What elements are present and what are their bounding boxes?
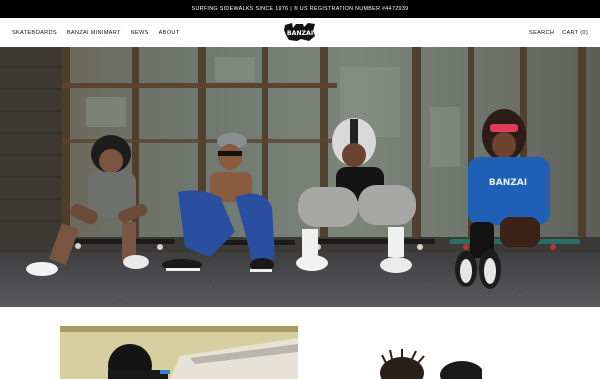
banzai-logo[interactable]: BANZAI [283,22,317,42]
search-link[interactable]: SEARCH [529,30,554,36]
hero-image: BANZAI [0,47,600,307]
shirt-print-text: BANZAI [489,178,527,188]
announcement-bar: SURFING SIDEWALKS SINCE 1976 | ® US REGI… [0,0,600,18]
tile-photo-right [372,345,482,379]
hero-photo-skaters: BANZAI [0,47,600,307]
announcement-text: SURFING SIDEWALKS SINCE 1976 | ® US REGI… [191,6,409,12]
nav-link-about[interactable]: ABOUT [159,30,180,36]
collection-tiles [0,307,600,379]
main-nav: SKATEBOARDS BANZAI MINIMART NEWS ABOUT [12,18,179,47]
nav-link-news[interactable]: NEWS [131,30,149,36]
collection-tile-left[interactable] [60,326,298,379]
header-actions: SEARCH CART (0) [529,18,588,47]
nav-link-banzai-minimart[interactable]: BANZAI MINIMART [67,30,121,36]
cart-link[interactable]: CART (0) [562,30,588,36]
banzai-logo-mark: BANZAI [284,23,315,41]
site-header: SKATEBOARDS BANZAI MINIMART NEWS ABOUT B… [0,18,600,47]
tile-photo-left [60,326,298,379]
collection-tile-right[interactable] [372,345,482,379]
nav-link-skateboards[interactable]: SKATEBOARDS [12,30,57,36]
logo-text: BANZAI [287,30,313,37]
